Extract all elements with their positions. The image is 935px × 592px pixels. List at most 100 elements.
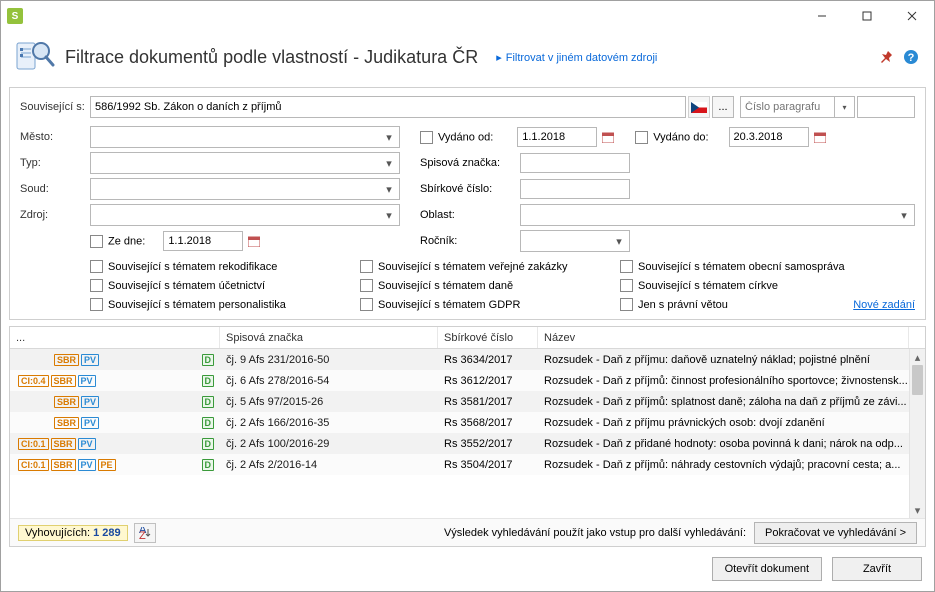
chk-pravni[interactable]: Jen s právní větou xyxy=(620,298,728,311)
spisova-input[interactable] xyxy=(520,153,630,173)
chk-cirkve[interactable]: Související s tématem církve xyxy=(620,279,915,292)
continue-search-button[interactable]: Pokračovat ve vyhledávání > xyxy=(754,522,917,544)
badge: D xyxy=(202,396,215,408)
close-button[interactable] xyxy=(889,1,934,31)
badge: SBR xyxy=(51,375,76,387)
minimize-button[interactable] xyxy=(799,1,844,31)
badge: SBR xyxy=(54,354,79,366)
cell-spisova: čj. 2 Afs 2/2016-14 xyxy=(220,459,438,471)
badge: SBR xyxy=(54,417,79,429)
cell-spisova: čj. 6 Afs 278/2016-54 xyxy=(220,375,438,387)
cell-nazev: Rozsudek - Daň z přidané hodnoty: osoba … xyxy=(538,438,925,450)
result-as-input-label: Výsledek vyhledávání použít jako vstup p… xyxy=(444,527,746,539)
col-sbirkove[interactable]: Sbírkové číslo xyxy=(438,327,538,348)
calendar-icon[interactable] xyxy=(245,231,263,251)
pin-icon[interactable] xyxy=(878,48,896,66)
new-query-link[interactable]: Nové zadání xyxy=(853,299,915,311)
badge: D xyxy=(202,354,215,366)
oblast-combo[interactable]: ▾ xyxy=(520,204,915,226)
browse-button[interactable]: ... xyxy=(712,96,734,118)
label-typ: Typ: xyxy=(20,157,90,169)
svg-text:?: ? xyxy=(908,52,915,64)
table-row[interactable]: SBRPVDčj. 2 Afs 166/2016-35Rs 3568/2017R… xyxy=(10,412,925,433)
table-row[interactable]: SBRPV Dčj. 9 Afs 231/2016-50Rs 3634/2017R… xyxy=(10,349,925,370)
table-row[interactable]: CI:0.1SBRPVPEDčj. 2 Afs 2/2016-14Rs 3504… xyxy=(10,454,925,475)
chk-verej[interactable]: Související s tématem veřejné zakázky xyxy=(360,260,620,273)
results-grid: ... Spisová značka Sbírkové číslo Název … xyxy=(9,326,926,547)
mesto-combo[interactable]: ▾ xyxy=(90,126,400,148)
filter-form: Související s: ... ▾ Město:▾ Typ:▾ Soud:… xyxy=(9,87,926,320)
vydano-od-input[interactable] xyxy=(517,127,597,147)
table-row[interactable]: CI:0.1SBRPVDčj. 2 Afs 100/2016-29Rs 3552… xyxy=(10,433,925,454)
ze-dne-check[interactable]: Ze dne: xyxy=(90,235,145,248)
badge: SBR xyxy=(51,459,76,471)
vertical-scrollbar[interactable]: ▴ ▾ xyxy=(909,349,925,518)
paragraph-input[interactable] xyxy=(740,96,835,118)
chk-rekod[interactable]: Související s tématem rekodifikace xyxy=(90,260,360,273)
badge: CI:0.1 xyxy=(18,459,49,471)
chk-dane[interactable]: Související s tématem daně xyxy=(360,279,620,292)
label-souvisejici: Související s: xyxy=(20,101,90,113)
svg-text:Z: Z xyxy=(139,530,146,539)
calendar-icon[interactable] xyxy=(599,127,617,147)
calendar-icon[interactable] xyxy=(811,127,829,147)
cell-spisova: čj. 2 Afs 166/2016-35 xyxy=(220,417,438,429)
cell-spisova: čj. 2 Afs 100/2016-29 xyxy=(220,438,438,450)
cell-sbirkove: Rs 3612/2017 xyxy=(438,375,538,387)
scroll-down-icon[interactable]: ▾ xyxy=(910,502,925,518)
dialog-buttons: Otevřít dokument Zavřít xyxy=(1,547,934,591)
chk-pers[interactable]: Související s tématem personalistika xyxy=(90,298,360,311)
vydano-od-check[interactable]: Vydáno od: xyxy=(420,131,493,144)
cell-sbirkove: Rs 3581/2017 xyxy=(438,396,538,408)
vydano-do-check[interactable]: Vydáno do: xyxy=(635,131,708,144)
close-dialog-button[interactable]: Zavřít xyxy=(832,557,922,581)
badge: SBR xyxy=(51,438,76,450)
cell-nazev: Rozsudek - Daň z příjmů: činnost profesi… xyxy=(538,375,925,387)
grid-body: SBRPVDčj. 9 Afs 231/2016-50Rs 3634/2017R… xyxy=(10,349,925,518)
sort-button[interactable]: AZ xyxy=(134,523,156,543)
col-badges[interactable]: ... xyxy=(10,327,220,348)
cell-sbirkove: Rs 3504/2017 xyxy=(438,459,538,471)
related-to-input[interactable] xyxy=(90,96,686,118)
grid-header: ... Spisová značka Sbírkové číslo Název xyxy=(10,327,925,349)
cell-sbirkove: Rs 3634/2017 xyxy=(438,354,538,366)
badge: D xyxy=(202,438,215,450)
sbirkove-input[interactable] xyxy=(520,179,630,199)
table-row[interactable]: CI:0.4SBRPVDčj. 6 Afs 278/2016-54Rs 3612… xyxy=(10,370,925,391)
ze-dne-input[interactable] xyxy=(163,231,243,251)
badge: PV xyxy=(81,354,99,366)
soud-combo[interactable]: ▾ xyxy=(90,178,400,200)
alt-source-link[interactable]: ▸Filtrovat v jiném datovém zdroji xyxy=(496,50,657,64)
cell-nazev: Rozsudek - Daň z příjmu: daňově uznateln… xyxy=(538,354,925,366)
rocnik-combo[interactable]: ▾ xyxy=(520,230,630,252)
maximize-button[interactable] xyxy=(844,1,889,31)
cell-spisova: čj. 9 Afs 231/2016-50 xyxy=(220,354,438,366)
label-soud: Soud: xyxy=(20,183,90,195)
scroll-thumb[interactable] xyxy=(912,365,923,395)
badge: CI:0.1 xyxy=(18,438,49,450)
open-document-button[interactable]: Otevřít dokument xyxy=(712,557,822,581)
chk-gdpr[interactable]: Související s tématem GDPR xyxy=(360,298,620,311)
badge: PE xyxy=(98,459,116,471)
paragraph-dropdown[interactable]: ▾ xyxy=(835,96,855,118)
badge: PV xyxy=(78,459,96,471)
cell-nazev: Rozsudek - Daň z příjmu právnických osob… xyxy=(538,417,925,429)
scroll-up-icon[interactable]: ▴ xyxy=(910,349,925,365)
badge: CI:0.4 xyxy=(18,375,49,387)
titlebar: S xyxy=(1,1,934,31)
help-icon[interactable]: ? xyxy=(902,48,920,66)
zdroj-combo[interactable]: ▾ xyxy=(90,204,400,226)
chk-ucet[interactable]: Související s tématem účetnictví xyxy=(90,279,360,292)
paragraph-extra-input[interactable] xyxy=(857,96,915,118)
badge: D xyxy=(202,375,215,387)
chk-obec[interactable]: Související s tématem obecní samospráva xyxy=(620,260,915,273)
table-row[interactable]: SBRPVDčj. 5 Afs 97/2015-26Rs 3581/2017Ro… xyxy=(10,391,925,412)
label-sbirkove: Sbírkové číslo: xyxy=(420,183,520,195)
flag-cz-icon[interactable] xyxy=(688,96,710,118)
typ-combo[interactable]: ▾ xyxy=(90,152,400,174)
col-spisova[interactable]: Spisová značka xyxy=(220,327,438,348)
col-nazev[interactable]: Název xyxy=(538,327,909,348)
header: Filtrace dokumentů podle vlastností - Ju… xyxy=(1,31,934,87)
label-oblast: Oblast: xyxy=(420,209,520,221)
vydano-do-input[interactable] xyxy=(729,127,809,147)
